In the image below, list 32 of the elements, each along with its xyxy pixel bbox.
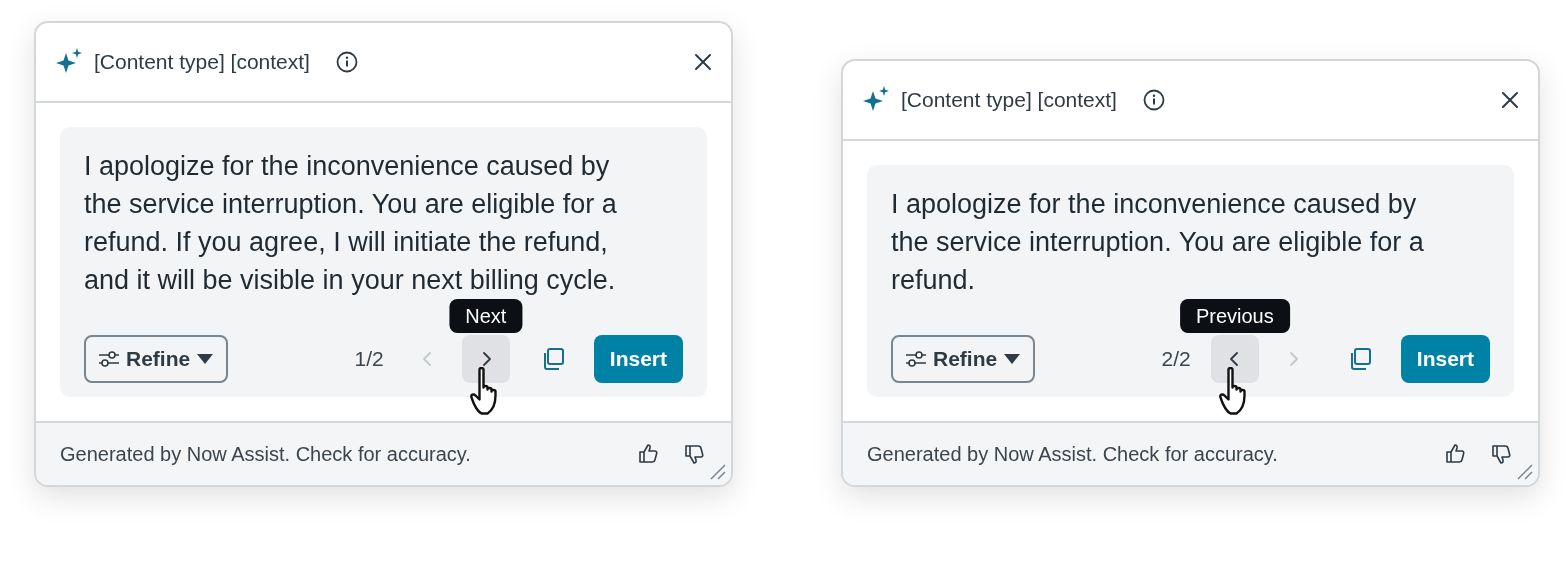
sliders-icon bbox=[98, 350, 120, 368]
info-icon[interactable] bbox=[335, 51, 358, 73]
page-counter: 1/2 bbox=[354, 347, 384, 371]
next-button[interactable] bbox=[461, 335, 510, 383]
panel-title: [Content type] [context] bbox=[94, 50, 310, 74]
tooltip: Next bbox=[449, 299, 523, 333]
disclaimer-text: Generated by Now Assist. Check for accuracy. bbox=[60, 442, 471, 466]
close-icon[interactable] bbox=[1500, 90, 1520, 110]
chevron-left-icon bbox=[1229, 352, 1240, 366]
response-text: I apologize for the inconvenience caused by the service interruption. You are eligible for a refund. If you agree, I will initiate the refund, and it will be visible in your next billing cycle. bbox=[84, 150, 618, 297]
refine-button[interactable]: Refine bbox=[84, 335, 229, 383]
previous-button[interactable] bbox=[1210, 335, 1259, 383]
chevron-right-icon bbox=[480, 352, 491, 366]
caret-down-icon bbox=[1003, 353, 1022, 365]
thumbs-up-icon[interactable] bbox=[637, 442, 661, 466]
close-icon[interactable] bbox=[693, 52, 713, 72]
chevron-right-icon bbox=[1287, 352, 1298, 366]
chevron-left-icon bbox=[422, 352, 433, 366]
thumbs-down-icon[interactable] bbox=[683, 442, 707, 466]
disclaimer-text: Generated by Now Assist. Check for accuracy. bbox=[867, 442, 1278, 466]
refine-button[interactable]: Refine bbox=[891, 335, 1036, 383]
insert-button[interactable]: Insert bbox=[1400, 335, 1490, 383]
tooltip: Previous bbox=[1179, 299, 1290, 333]
thumbs-down-icon[interactable] bbox=[1490, 442, 1514, 466]
response-text: I apologize for the inconvenience caused by the service interruption. You are eligible for a refund. bbox=[891, 188, 1425, 297]
page-counter: 2/2 bbox=[1161, 347, 1191, 371]
sliders-icon bbox=[905, 350, 927, 368]
insert-button[interactable]: Insert bbox=[593, 335, 683, 383]
panel-title: [Content type] [context] bbox=[901, 88, 1117, 112]
info-icon[interactable] bbox=[1142, 89, 1165, 111]
thumbs-up-icon[interactable] bbox=[1444, 442, 1468, 466]
caret-down-icon bbox=[196, 353, 215, 365]
